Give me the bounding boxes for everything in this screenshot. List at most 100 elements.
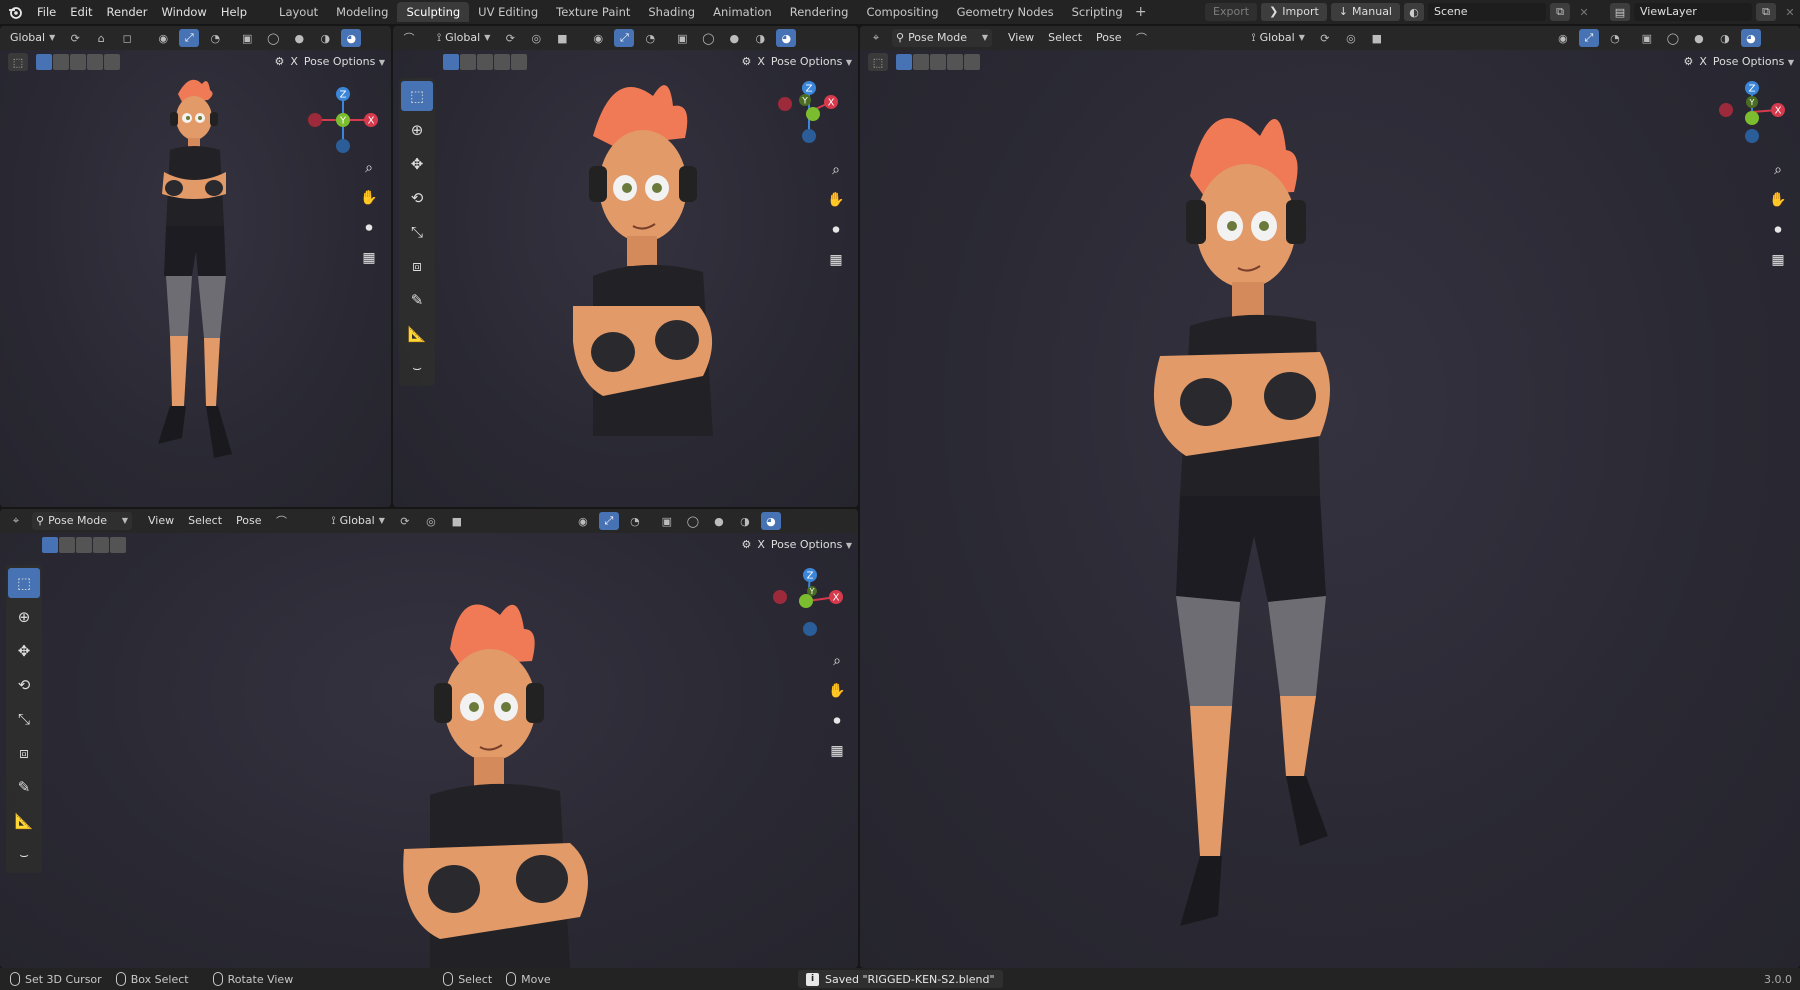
measure-tool-icon[interactable]: 📐 [401, 319, 433, 349]
manual-button[interactable]: ↓ Manual [1330, 3, 1400, 21]
relax-tool-icon[interactable]: ⌣ [8, 840, 40, 870]
solid-shading-icon[interactable]: ● [289, 29, 309, 47]
cursor-tool-icon[interactable]: ⊕ [401, 115, 433, 145]
camera-icon[interactable]: ⏺ [826, 711, 848, 731]
select-extend-icon[interactable] [460, 54, 476, 70]
pose-x-mirror-icon[interactable]: ⚙ [275, 53, 285, 71]
rendered-shading-icon[interactable]: ◕ [760, 512, 781, 530]
tab-geometry-nodes[interactable]: Geometry Nodes [948, 2, 1063, 22]
xray-icon[interactable]: ▣ [1637, 29, 1657, 47]
zoom-icon[interactable]: ⌕ [358, 158, 380, 178]
pose-x-mirror-icon[interactable]: ⚙ [742, 53, 752, 71]
select-subtract-icon[interactable] [70, 54, 86, 70]
xray-icon[interactable]: ▣ [237, 29, 257, 47]
rotate-tool-icon[interactable]: ⟲ [401, 183, 433, 213]
solid-shading-icon[interactable]: ● [709, 512, 729, 530]
rendered-shading-icon[interactable]: ◕ [1740, 29, 1761, 47]
select-intersect-icon[interactable] [104, 54, 120, 70]
camera-icon[interactable]: ⏺ [1767, 220, 1789, 240]
select-intersect-icon[interactable] [964, 54, 980, 70]
menu-edit[interactable]: Edit [63, 5, 99, 19]
cursor-tool-icon[interactable]: ⊕ [8, 602, 40, 632]
overlay-icon[interactable]: ◔ [625, 512, 645, 530]
pose-options-dropdown[interactable]: Pose Options ▼ [771, 53, 852, 72]
menu-view[interactable]: View [1004, 29, 1038, 47]
rendered-shading-icon[interactable]: ◕ [776, 29, 797, 47]
gizmo-toggle-icon[interactable]: ⤢ [598, 512, 619, 530]
camera-icon[interactable]: ⏺ [358, 218, 380, 238]
orientation-dropdown[interactable]: ⟟ Global ▼ [1248, 29, 1309, 47]
menu-pose[interactable]: Pose [232, 512, 265, 530]
x-mirror-label[interactable]: X [757, 53, 765, 71]
select-new-icon[interactable] [896, 54, 912, 70]
solid-square-icon[interactable]: ■ [447, 512, 467, 530]
menu-file[interactable]: File [30, 5, 63, 19]
viewport-bottom-left[interactable]: ⌖ ⚲ Pose Mode ▼ View Select Pose ⌒ ⟟ Global… [0, 509, 858, 968]
move-tool-icon[interactable]: ✥ [8, 636, 40, 666]
select-intersect-icon[interactable] [110, 537, 126, 553]
select-subtract-icon[interactable] [76, 537, 92, 553]
gizmo-toggle-icon[interactable]: ⤢ [179, 29, 200, 47]
proportional-edit-icon[interactable]: ◻ [117, 29, 137, 47]
visibility-icon[interactable]: ◉ [1553, 29, 1573, 47]
tab-sculpting[interactable]: Sculpting [397, 2, 470, 22]
add-workspace-icon[interactable]: + [1132, 4, 1150, 20]
select-box-tool-icon[interactable]: ⬚ [8, 568, 40, 598]
zoom-icon[interactable]: ⌕ [826, 651, 848, 671]
select-invert-icon[interactable] [494, 54, 510, 70]
view-layer-copy-icon[interactable]: ⧉ [1756, 3, 1776, 21]
navigation-gizmo[interactable]: Z X Y [1716, 78, 1792, 154]
view-layer-icon[interactable]: ▤ [1610, 3, 1630, 21]
wireframe-shading-icon[interactable]: ◯ [1663, 29, 1683, 47]
orientation-dropdown[interactable]: Global ▼ [6, 29, 59, 47]
pivot-icon[interactable]: ⟳ [65, 29, 85, 47]
import-button[interactable]: ❯ Import [1261, 3, 1327, 21]
perspective-icon[interactable]: ▦ [825, 250, 847, 270]
pivot-icon[interactable]: ⟳ [1315, 29, 1335, 47]
material-shading-icon[interactable]: ◑ [735, 512, 755, 530]
pose-options-dropdown[interactable]: Pose Options ▼ [1713, 53, 1794, 72]
move-tool-icon[interactable]: ✥ [401, 149, 433, 179]
visibility-icon[interactable]: ◉ [588, 29, 608, 47]
wireframe-shading-icon[interactable]: ◯ [263, 29, 283, 47]
scale-tool-icon[interactable]: ⤡ [401, 217, 433, 247]
menu-window[interactable]: Window [154, 5, 213, 19]
mode-dropdown[interactable]: ⚲ Pose Mode ▼ [32, 512, 132, 530]
navigation-gizmo[interactable]: Z X Y [305, 82, 381, 158]
tab-shading[interactable]: Shading [639, 2, 704, 22]
snap-icon[interactable]: ⌂ [91, 29, 111, 47]
tab-animation[interactable]: Animation [704, 2, 781, 22]
export-button[interactable]: Export [1205, 3, 1258, 21]
visibility-icon[interactable]: ◉ [573, 512, 593, 530]
pose-x-mirror-icon[interactable]: ⚙ [742, 536, 752, 554]
select-new-icon[interactable] [443, 54, 459, 70]
tab-rendering[interactable]: Rendering [781, 2, 858, 22]
menu-help[interactable]: Help [214, 5, 254, 19]
annotate-tool-icon[interactable]: ✎ [401, 285, 433, 315]
x-mirror-label[interactable]: X [1699, 53, 1707, 71]
material-shading-icon[interactable]: ◑ [750, 29, 770, 47]
editor-type-icon[interactable]: ⌖ [866, 29, 886, 47]
orientation-dropdown[interactable]: ⟟ Global ▼ [433, 29, 494, 47]
pivot-icon[interactable]: ⟳ [500, 29, 520, 47]
transform-tool-icon[interactable]: ⧈ [8, 738, 40, 768]
tab-layout[interactable]: Layout [270, 2, 327, 22]
viewport-top-left[interactable]: Global ▼ ⟳ ⌂ ◻ ◉ ⤢ ◔ ▣ ◯ ● ◑ ◕ ⬚ ⚙ X Pose… [0, 26, 391, 507]
proportional-edit-icon[interactable]: ◎ [526, 29, 546, 47]
mode-dropdown[interactable]: ⚲ Pose Mode ▼ [892, 29, 992, 47]
menu-view[interactable]: View [144, 512, 178, 530]
menu-select[interactable]: Select [184, 512, 226, 530]
scale-tool-icon[interactable]: ⤡ [8, 704, 40, 734]
overlay-icon[interactable]: ◔ [1605, 29, 1625, 47]
select-subtract-icon[interactable] [930, 54, 946, 70]
grid-view-icon[interactable]: ▦ [358, 248, 380, 268]
transform-tool-icon[interactable]: ⧈ [401, 251, 433, 281]
select-extend-icon[interactable] [913, 54, 929, 70]
pose-options-dropdown[interactable]: Pose Options ▼ [304, 53, 385, 72]
menu-pose[interactable]: Pose [1092, 29, 1125, 47]
annotate-tool-icon[interactable]: ✎ [8, 772, 40, 802]
view-layer-field[interactable]: ViewLayer [1634, 3, 1752, 21]
select-invert-icon[interactable] [93, 537, 109, 553]
viewport-top-middle[interactable]: ⌒ ⟟ Global ▼ ⟳ ◎ ■ ◉ ⤢ ◔ ▣ ◯ ● ◑ ◕ ⚙ X Pos… [393, 26, 858, 507]
overlay-icon[interactable]: ◔ [205, 29, 225, 47]
